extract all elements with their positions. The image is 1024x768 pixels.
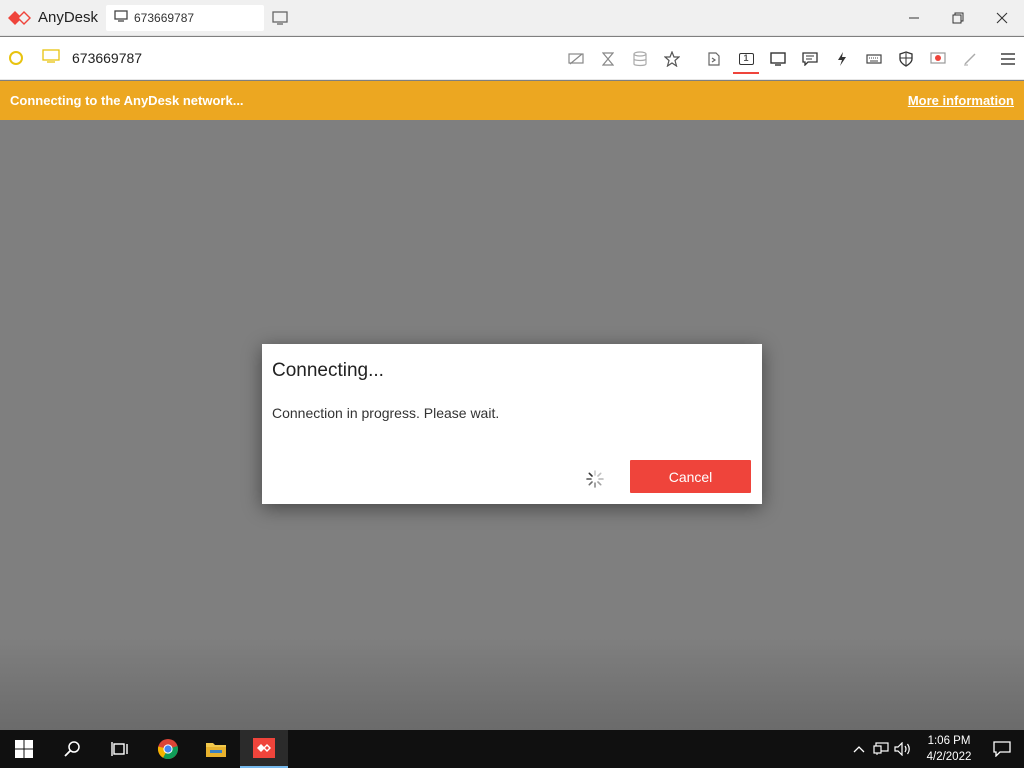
privacy-icon[interactable]	[560, 37, 592, 80]
cancel-button[interactable]: Cancel	[630, 460, 751, 493]
volume-icon[interactable]	[892, 730, 914, 768]
clock-time: 1:06 PM	[927, 735, 971, 747]
clock-date: 4/2/2022	[926, 751, 972, 763]
dialog-message: Connection in progress. Please wait.	[272, 405, 500, 421]
connection-status-icon	[9, 51, 23, 65]
title-bar: AnyDesk 673669787	[0, 0, 1024, 36]
hourglass-icon[interactable]	[592, 37, 624, 80]
tab-label: 673669787	[134, 10, 195, 25]
window-controls	[892, 0, 1024, 36]
brand: AnyDesk	[0, 9, 106, 26]
monitor-1-icon[interactable]: 1	[730, 37, 762, 80]
record-icon[interactable]	[922, 37, 954, 80]
remote-monitor-icon	[42, 48, 60, 68]
keyboard-icon[interactable]	[858, 37, 890, 80]
chevron-up-icon[interactable]	[848, 730, 870, 768]
menu-icon[interactable]	[992, 37, 1024, 80]
connection-banner: Connecting to the AnyDesk network... Mor…	[0, 81, 1024, 120]
banner-message: Connecting to the AnyDesk network...	[10, 93, 244, 108]
search-icon[interactable]	[48, 730, 96, 768]
chat-icon[interactable]	[794, 37, 826, 80]
taskbar: 1:06 PM 4/2/2022	[0, 730, 1024, 768]
new-tab-icon[interactable]	[272, 10, 290, 26]
chrome-icon[interactable]	[144, 730, 192, 768]
file-transfer-icon[interactable]	[698, 37, 730, 80]
whiteboard-icon[interactable]	[954, 37, 986, 80]
session-toolbar: 1	[560, 37, 1024, 80]
app-name: AnyDesk	[38, 9, 99, 26]
notifications-icon[interactable]	[980, 730, 1024, 768]
clock[interactable]: 1:06 PM 4/2/2022	[918, 733, 980, 765]
close-icon[interactable]	[980, 0, 1024, 36]
permissions-icon[interactable]	[890, 37, 922, 80]
database-icon[interactable]	[624, 37, 656, 80]
display-icon[interactable]	[762, 37, 794, 80]
windows-start-icon[interactable]	[0, 730, 48, 768]
actions-icon[interactable]	[826, 37, 858, 80]
connecting-dialog: Connecting... Connection in progress. Pl…	[262, 344, 762, 504]
monitor-icon	[114, 10, 128, 25]
anydesk-icon[interactable]	[240, 730, 288, 768]
dialog-title: Connecting...	[272, 360, 384, 381]
file-explorer-icon[interactable]	[192, 730, 240, 768]
loading-spinner-icon	[584, 468, 606, 490]
anydesk-logo-icon	[8, 10, 32, 26]
star-icon[interactable]	[656, 37, 688, 80]
more-information-link[interactable]: More information	[908, 93, 1014, 108]
network-icon[interactable]	[870, 730, 892, 768]
address-bar: 673669787 1	[0, 37, 1024, 80]
task-view-icon[interactable]	[96, 730, 144, 768]
session-tab[interactable]: 673669787	[106, 4, 264, 31]
restore-icon[interactable]	[936, 0, 980, 36]
minimize-icon[interactable]	[892, 0, 936, 36]
system-tray: 1:06 PM 4/2/2022	[848, 730, 1024, 768]
remote-address-field[interactable]: 673669787	[72, 50, 452, 66]
